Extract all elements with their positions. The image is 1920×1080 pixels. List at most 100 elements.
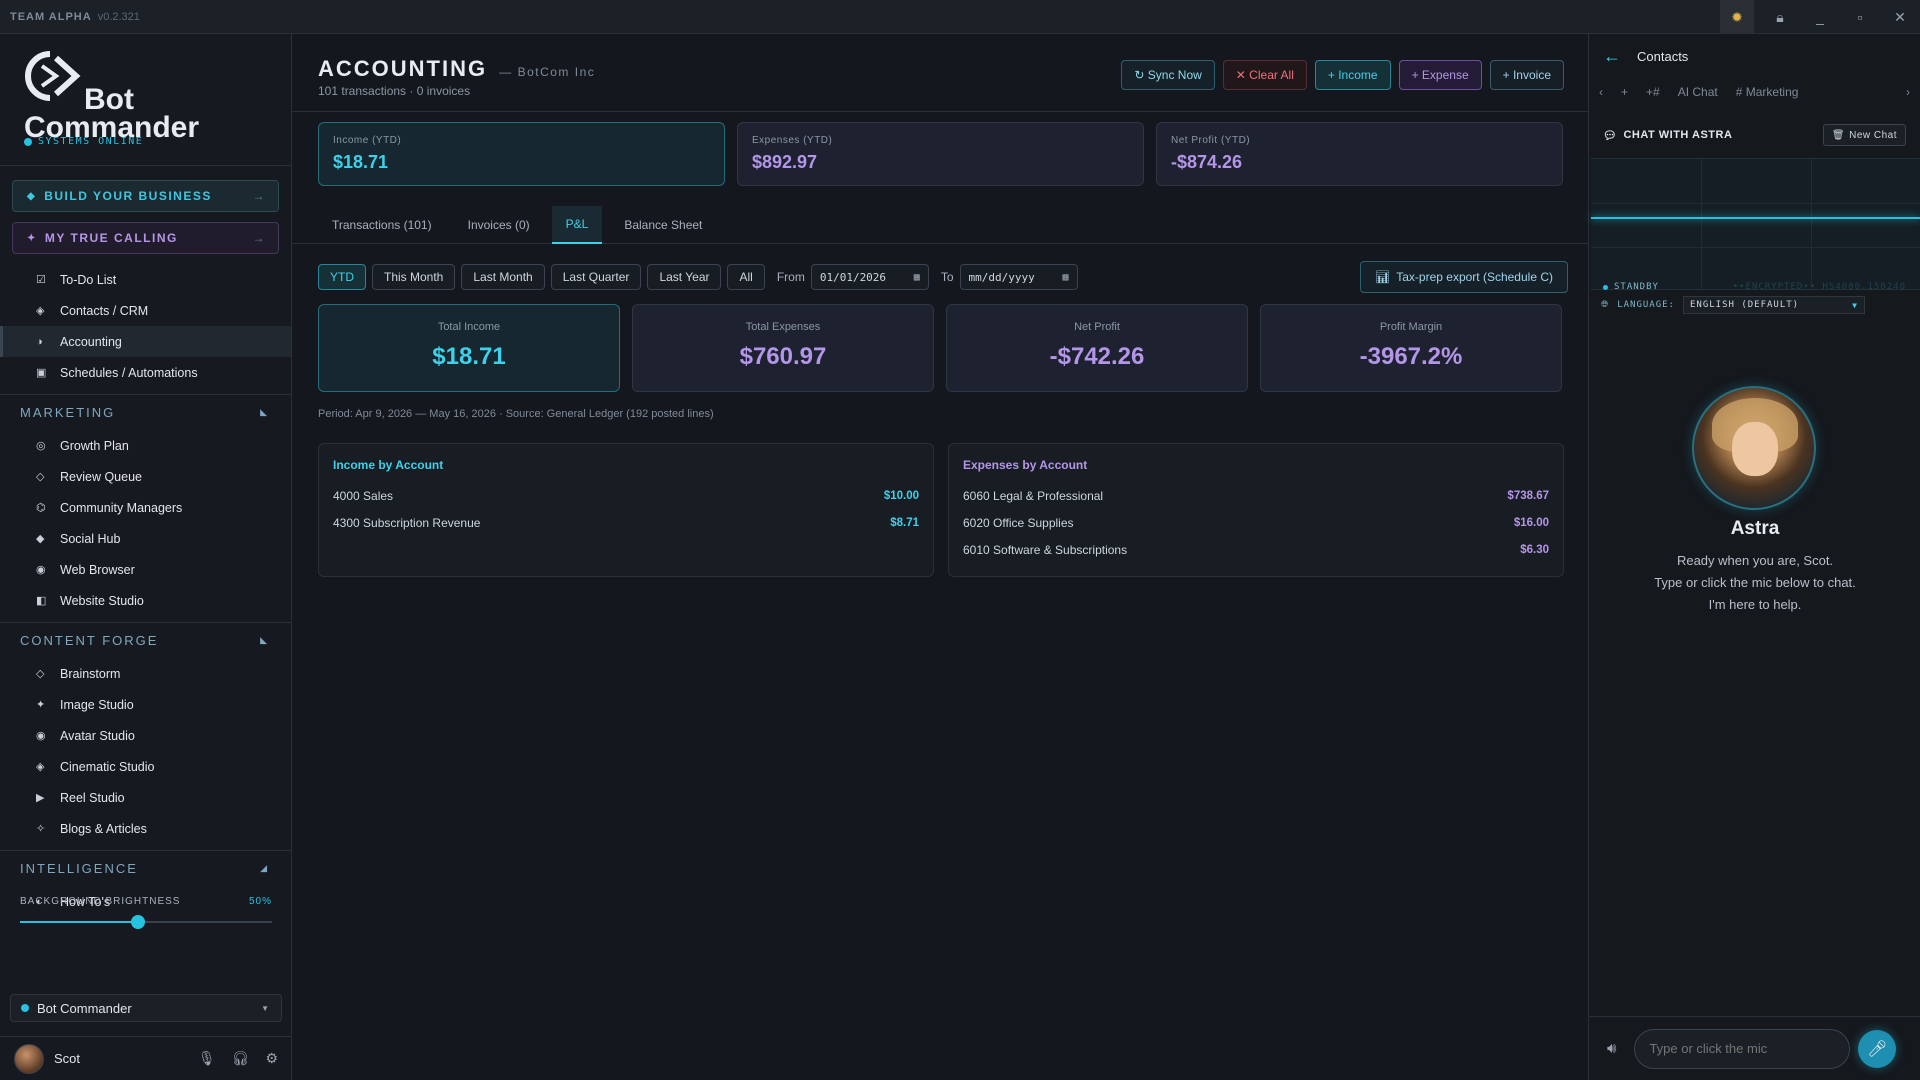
reel-icon: ▶ xyxy=(36,792,45,804)
new-chat-label: New Chat xyxy=(1849,129,1897,141)
filter-last-year[interactable]: Last Year xyxy=(647,264,722,290)
headphones-icon[interactable]: 🎧︎ xyxy=(232,1050,250,1067)
collapse-icon[interactable]: ◣ xyxy=(260,407,269,418)
lock-icon[interactable]: 🔒︎ xyxy=(1760,0,1800,34)
add-expense-button[interactable]: + Expense xyxy=(1398,60,1482,90)
page-title-text: ACCOUNTING xyxy=(318,56,488,81)
assistant-name: Astra xyxy=(1730,518,1780,539)
arrow-right-icon: → xyxy=(252,189,266,203)
maximize-button[interactable]: ▫ xyxy=(1840,0,1880,34)
from-label: From xyxy=(776,270,805,284)
table-row: 6020 Office Supplies $16.00 xyxy=(963,509,1549,536)
tab-balance-sheet[interactable]: Balance Sheet xyxy=(610,206,716,244)
chat-tabs: ‹ + +# AI Chat # Marketing › xyxy=(1589,78,1920,106)
section-intelligence[interactable]: INTELLIGENCE ◢ xyxy=(0,850,291,886)
sidebar-item-reel-studio[interactable]: ▶ Reel Studio xyxy=(0,782,291,813)
tab-pnl[interactable]: P&L xyxy=(551,206,603,244)
bot-selector[interactable]: Bot Commander ▼ xyxy=(10,994,282,1022)
tax-export-button[interactable]: 📊︎ Tax-prep export (Schedule C) xyxy=(1360,261,1568,293)
kpi-value: $18.71 xyxy=(333,152,389,172)
sidebar-item-blogs-articles[interactable]: ✧ Blogs & Articles xyxy=(0,813,291,844)
brightness-slider[interactable] xyxy=(20,915,272,929)
expand-icon[interactable]: ◢ xyxy=(260,863,269,874)
sidebar-item-website-studio[interactable]: ◧ Website Studio xyxy=(0,585,291,616)
expenses-by-account-panel: Expenses by Account 6060 Legal & Profess… xyxy=(948,443,1564,577)
standby-indicator: STANDBY xyxy=(1603,282,1659,292)
kpi-row: Income (YTD) $18.71 Expenses (YTD) $892.… xyxy=(318,122,1563,186)
sidebar-item-label: Growth Plan xyxy=(60,438,129,453)
standby-dot-icon xyxy=(1603,284,1608,290)
filter-this-month[interactable]: This Month xyxy=(372,264,456,290)
sidebar-item-avatar-studio[interactable]: ◉ Avatar Studio xyxy=(0,720,291,751)
filter-last-quarter[interactable]: Last Quarter xyxy=(550,264,642,290)
sidebar-item-schedules-automations[interactable]: ▣ Schedules / Automations xyxy=(0,357,291,388)
summary-value: $760.97 xyxy=(739,343,827,370)
tab-transactions[interactable]: Transactions (101) xyxy=(318,206,446,244)
microphone-icon[interactable]: 🎙︎ xyxy=(198,1050,216,1067)
section-content-forge[interactable]: CONTENT FORGE ◣ xyxy=(0,622,291,658)
sync-now-button[interactable]: ↻ Sync Now xyxy=(1121,60,1215,90)
kpi-label: Expenses (YTD) xyxy=(752,135,833,146)
section-marketing[interactable]: MARKETING ◣ xyxy=(0,394,291,430)
brightness-label: BACKGROUND BRIGHTNESS xyxy=(20,896,181,907)
star-icon: ✦ xyxy=(27,232,37,244)
sidebar-item-to-do-list[interactable]: ☑ To-Do List xyxy=(0,264,291,295)
close-button[interactable]: ✕ xyxy=(1880,0,1920,34)
sidebar-item-image-studio[interactable]: ✦ Image Studio xyxy=(0,689,291,720)
summary-label: Profit Margin xyxy=(1379,321,1443,333)
to-date-input[interactable]: mm/dd/yyyy ▦ xyxy=(959,264,1078,290)
collapse-icon[interactable]: ◣ xyxy=(260,635,269,646)
chevron-right-icon[interactable]: › xyxy=(1906,85,1910,99)
sidebar-item-accounting[interactable]: ◑ Accounting xyxy=(0,326,291,357)
add-invoice-button[interactable]: + Invoice xyxy=(1489,60,1564,90)
calendar-icon[interactable]: ▦ xyxy=(1062,272,1068,283)
sidebar-item-web-browser[interactable]: ◉ Web Browser xyxy=(0,554,291,585)
tab-ai-chat[interactable]: AI Chat xyxy=(1678,85,1718,99)
add-income-button[interactable]: + Income xyxy=(1314,60,1391,90)
chevron-left-icon[interactable]: ‹ xyxy=(1599,85,1603,99)
section-content-forge-title: CONTENT FORGE xyxy=(20,633,159,648)
titlebar: TEAM ALPHA v0.2.321 ✹ 🔒︎ _ ▫ ✕ xyxy=(0,0,1920,34)
arrow-right-icon: → xyxy=(252,231,266,245)
build-business-button[interactable]: ◆ BUILD YOUR BUSINESS → xyxy=(12,180,279,212)
back-arrow-icon[interactable]: ← xyxy=(1603,46,1621,67)
sidebar-item-growth-plan[interactable]: ◎ Growth Plan xyxy=(0,430,291,461)
tab-add[interactable]: + xyxy=(1621,85,1628,99)
summary-value: -$742.26 xyxy=(1049,343,1145,370)
sidebar-item-cinematic-studio[interactable]: ◈ Cinematic Studio xyxy=(0,751,291,782)
clear-all-button[interactable]: ✕ Clear All xyxy=(1222,60,1307,90)
from-date-input[interactable]: 01/01/2026 ▦ xyxy=(810,264,929,290)
theme-toggle-icon[interactable]: ✹ xyxy=(1720,0,1754,34)
microphone-button[interactable]: 🎤︎ xyxy=(1858,1029,1897,1068)
filter-last-month[interactable]: Last Month xyxy=(461,264,545,290)
minimize-button[interactable]: _ xyxy=(1800,0,1840,34)
sidebar-item-label: Contacts / CRM xyxy=(60,303,149,318)
language-select[interactable]: ENGLISH (DEFAULT) ▼ xyxy=(1682,296,1865,314)
sidebar-item-social-hub[interactable]: ◆ Social Hub xyxy=(0,523,291,554)
gear-icon[interactable]: ⚙ xyxy=(265,1050,278,1067)
brand-logo: Bot Commander SYSTEMS ONLINE xyxy=(0,34,291,166)
chat-input[interactable] xyxy=(1634,1028,1851,1069)
true-calling-button[interactable]: ✦ MY TRUE CALLING → xyxy=(12,222,279,254)
tab-add-channel[interactable]: +# xyxy=(1646,85,1660,99)
calendar-icon[interactable]: ▦ xyxy=(914,272,920,283)
filter-ytd[interactable]: YTD xyxy=(318,264,366,290)
avatar[interactable] xyxy=(14,1043,44,1074)
sidebar-item-label: Web Browser xyxy=(60,562,135,577)
sidebar-item-contacts-crm[interactable]: ◈ Contacts / CRM xyxy=(0,295,291,326)
sidebar-item-review-queue[interactable]: ◇ Review Queue xyxy=(0,461,291,492)
chat-panel: ← Contacts ‹ + +# AI Chat # Marketing › … xyxy=(1588,34,1920,1080)
sidebar-item-label: Image Studio xyxy=(60,697,134,712)
brightness-value: 50% xyxy=(248,896,272,907)
sidebar-item-brainstorm[interactable]: ◇ Brainstorm xyxy=(0,658,291,689)
greeting-line: Type or click the mic below to chat. xyxy=(1654,575,1856,590)
tab-invoices[interactable]: Invoices (0) xyxy=(454,206,544,244)
page-header: ACCOUNTING — BotCom Inc 101 transactions… xyxy=(292,34,1588,112)
sidebar-item-community-managers[interactable]: ⌬ Community Managers xyxy=(0,492,291,523)
filter-all[interactable]: All xyxy=(727,264,765,290)
language-value: ENGLISH (DEFAULT) xyxy=(1689,300,1800,310)
chat-panel-title: Contacts xyxy=(1637,48,1689,64)
tab-marketing[interactable]: # Marketing xyxy=(1736,85,1799,99)
new-chat-button[interactable]: 🗑︎ New Chat xyxy=(1822,124,1906,146)
speaker-icon[interactable]: 🔊︎ xyxy=(1607,1040,1616,1057)
